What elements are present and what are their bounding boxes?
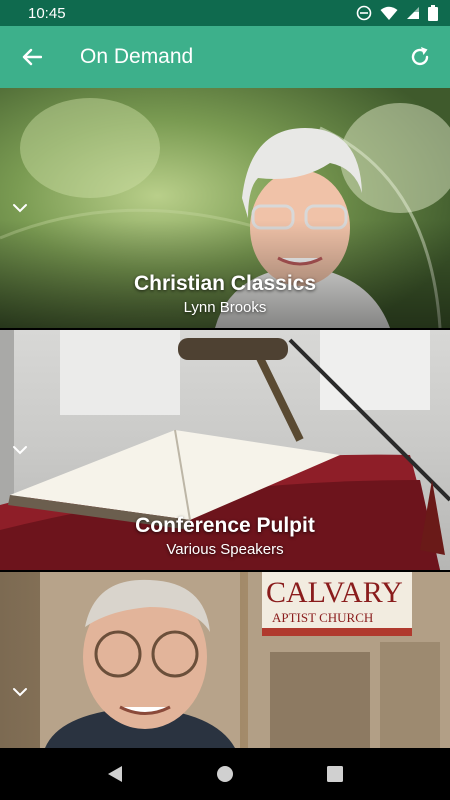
chevron-down-icon[interactable] [11, 202, 29, 214]
battery-icon [428, 5, 438, 21]
program-title: Conference Pulpit [135, 514, 315, 537]
church-sign-text: CALVARY [266, 576, 403, 609]
program-caption: Christian Classics Lynn Brooks [0, 272, 450, 316]
program-speaker: Lynn Brooks [183, 299, 267, 316]
do-not-disturb-icon [356, 5, 372, 21]
program-speaker: Various Speakers [166, 541, 284, 558]
chevron-down-icon[interactable] [11, 444, 29, 456]
program-caption: Conference Pulpit Various Speakers [0, 514, 450, 558]
program-card-conference-pulpit[interactable]: Conference Pulpit Various Speakers [0, 330, 450, 570]
wifi-icon [380, 6, 398, 20]
nav-back-button[interactable] [95, 754, 135, 794]
speaker-church-image: CALVARY APTIST CHURCH [0, 572, 450, 748]
circle-home-icon [217, 766, 233, 782]
system-nav-bar [0, 748, 450, 800]
refresh-icon [411, 47, 429, 66]
program-card-calvary[interactable]: CALVARY APTIST CHURCH [0, 572, 450, 748]
nav-recents-button[interactable] [315, 754, 355, 794]
app-bar: On Demand [0, 26, 450, 88]
status-bar: 10:45 [0, 0, 450, 26]
program-card-christian-classics[interactable]: Christian Classics Lynn Brooks [0, 88, 450, 328]
square-recents-icon [327, 766, 343, 782]
chevron-down-icon[interactable] [11, 686, 29, 698]
page-title: On Demand [80, 45, 194, 68]
refresh-button[interactable] [404, 41, 436, 73]
church-sign-subtext: APTIST CHURCH [272, 610, 373, 625]
back-button[interactable] [18, 43, 46, 71]
nav-home-button[interactable] [205, 754, 245, 794]
program-title: Christian Classics [133, 272, 317, 295]
status-icons [356, 5, 438, 21]
program-list: Christian Classics Lynn Brooks Conferenc… [0, 88, 450, 748]
status-time: 10:45 [28, 4, 66, 22]
cell-signal-icon [407, 7, 419, 19]
arrow-back-icon [22, 48, 42, 66]
triangle-back-icon [108, 766, 122, 782]
